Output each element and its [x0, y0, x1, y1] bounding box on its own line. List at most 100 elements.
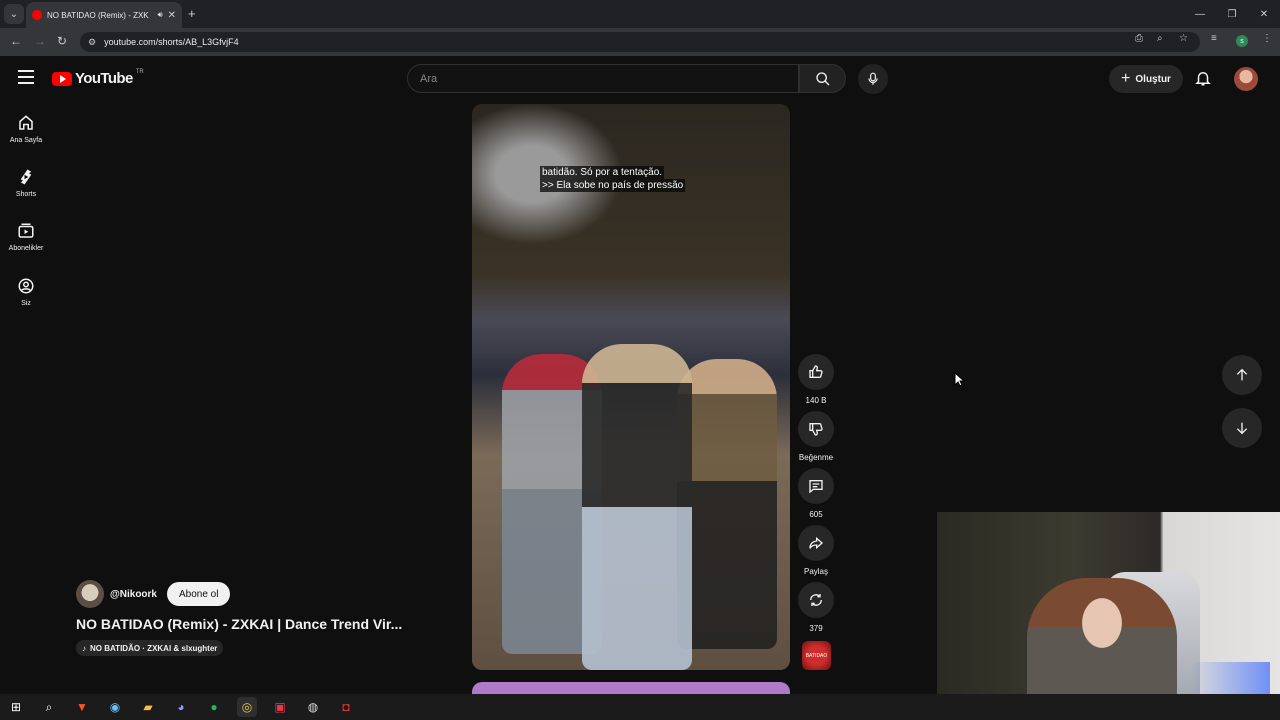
- create-button[interactable]: + Oluştur: [1109, 65, 1183, 93]
- share-icon: [809, 536, 824, 550]
- next-short-button[interactable]: [1222, 408, 1262, 448]
- taskbar-search-icon[interactable]: ⌕: [39, 697, 59, 717]
- notifications-button[interactable]: [1194, 69, 1212, 92]
- subscribe-button[interactable]: Abone ol: [166, 582, 231, 606]
- spotify-icon[interactable]: ●: [204, 697, 224, 717]
- comments-button[interactable]: [798, 468, 834, 504]
- sidebar-item-home[interactable]: Ana Sayfa: [0, 114, 52, 144]
- arrow-up-icon: [1236, 368, 1248, 381]
- channel-name[interactable]: @Nikoork: [110, 589, 157, 600]
- forward-icon[interactable]: →: [34, 34, 46, 48]
- you-icon: [18, 278, 34, 294]
- reload-icon[interactable]: ↻: [57, 34, 67, 48]
- music-chip[interactable]: ♪ NO BATIDÃO · ZXKAI & slxughter: [76, 640, 224, 656]
- install-app-icon[interactable]: ⎙: [1135, 33, 1143, 44]
- tab-search-button[interactable]: ⌄: [4, 4, 24, 24]
- video-title[interactable]: NO BATIDAO (Remix) - ZXKAI | Dance Trend…: [76, 616, 456, 632]
- close-window-icon[interactable]: ✕: [1248, 0, 1280, 28]
- search-icon: [815, 71, 829, 85]
- chrome-icon[interactable]: ◎: [237, 697, 257, 717]
- remix-count: 379: [809, 624, 823, 633]
- thumbs-down-icon: [809, 423, 823, 436]
- close-tab-icon[interactable]: ✕: [168, 10, 176, 21]
- webcam-overlay: [937, 512, 1280, 720]
- tab-title: NO BATIDAO (Remix) - ZXK: [47, 10, 149, 20]
- back-icon[interactable]: ←: [10, 34, 22, 48]
- shorts-video-player[interactable]: batidão. Só por a tentação. >> Ela sobe …: [472, 104, 790, 670]
- url-text: youtube.com/shorts/AB_L3GfvjF4: [104, 37, 239, 47]
- window-controls: — ❐ ✕: [1184, 0, 1280, 28]
- share-button[interactable]: [798, 525, 834, 561]
- steam-icon[interactable]: ◉: [105, 697, 125, 717]
- share-action: Paylaş: [798, 525, 834, 576]
- thumbs-up-icon: [809, 365, 823, 378]
- channel-avatar[interactable]: [76, 580, 104, 608]
- music-label: NO BATIDÃO · ZXKAI & slxughter: [90, 643, 218, 653]
- search-button[interactable]: [799, 64, 846, 93]
- app-red-icon[interactable]: ▣: [270, 697, 290, 717]
- discord-icon[interactable]: ◕: [171, 697, 191, 717]
- microphone-icon: [868, 72, 878, 85]
- file-explorer-icon[interactable]: ▰: [138, 697, 158, 717]
- browser-tab-bar: ⌄ NO BATIDAO (Remix) - ZXK 🔊︎ ✕ + — ❐ ✕: [0, 0, 1280, 28]
- previous-short-button[interactable]: [1222, 355, 1262, 395]
- voice-search-button[interactable]: [858, 64, 888, 94]
- media-controls-icon[interactable]: ≡: [1211, 33, 1217, 44]
- restore-icon[interactable]: ❐: [1216, 0, 1248, 28]
- caption-line: batidão. Só por a tentação.: [540, 166, 665, 179]
- sidebar-item-label: Shorts: [15, 191, 37, 198]
- like-count: 140 B: [805, 396, 827, 405]
- comment-action: 605: [798, 468, 834, 519]
- sidebar-item-subscriptions[interactable]: Abonelikler: [0, 222, 52, 252]
- dislike-button[interactable]: [798, 411, 834, 447]
- bell-icon: [1195, 72, 1211, 86]
- new-tab-button[interactable]: +: [188, 6, 196, 21]
- like-action: 140 B: [798, 354, 834, 405]
- chrome-menu-icon[interactable]: ⋮: [1262, 33, 1272, 44]
- logo-text: YouTube: [75, 70, 133, 87]
- remix-icon: [810, 594, 822, 606]
- profile-icon[interactable]: s: [1236, 35, 1248, 47]
- dislike-action: Beğenme: [798, 411, 834, 462]
- music-note-icon: ♪: [82, 643, 86, 653]
- menu-icon[interactable]: [18, 70, 34, 84]
- shorts-icon: [20, 169, 32, 185]
- youtube-play-icon: [52, 71, 72, 86]
- speaker-icon[interactable]: 🔊︎: [158, 10, 163, 20]
- country-code: TR: [135, 68, 144, 75]
- comment-count: 605: [809, 510, 823, 519]
- video-caption: batidão. Só por a tentação. >> Ela sobe …: [540, 166, 686, 192]
- profile-initial: s: [1240, 37, 1244, 45]
- sidebar-item-shorts[interactable]: Shorts: [0, 168, 52, 198]
- minimize-icon[interactable]: —: [1184, 0, 1216, 28]
- search-input[interactable]: Ara: [407, 64, 799, 93]
- sidebar-item-label: Ana Sayfa: [9, 137, 43, 144]
- video-dancer: [677, 359, 777, 649]
- site-info-icon[interactable]: ⚙: [88, 37, 96, 48]
- browser-tab-active[interactable]: NO BATIDAO (Remix) - ZXK 🔊︎ ✕: [26, 2, 182, 28]
- subscriptions-icon: [18, 223, 34, 238]
- account-avatar[interactable]: [1234, 67, 1258, 91]
- sidebar-item-you[interactable]: Siz: [0, 277, 52, 307]
- home-icon: [19, 115, 33, 130]
- video-dancer: [582, 344, 692, 670]
- recording-app-icon[interactable]: ◘: [336, 697, 356, 717]
- create-label: Oluştur: [1135, 73, 1171, 85]
- windows-start-icon[interactable]: ⊞: [6, 697, 26, 717]
- arrow-down-icon: [1236, 422, 1248, 435]
- youtube-favicon-icon: [32, 10, 42, 20]
- obs-icon[interactable]: ◍: [303, 697, 323, 717]
- zoom-icon[interactable]: ⌕: [1157, 33, 1163, 44]
- address-bar[interactable]: ⚙ youtube.com/shorts/AB_L3GfvjF4: [80, 32, 1200, 52]
- video-info: @Nikoork Abone ol NO BATIDAO (Remix) - Z…: [76, 580, 456, 656]
- brave-browser-icon[interactable]: ▼: [72, 697, 92, 717]
- plus-icon: +: [1121, 70, 1131, 87]
- like-button[interactable]: [798, 354, 834, 390]
- mouse-cursor-icon: [954, 372, 964, 387]
- youtube-logo[interactable]: YouTube TR: [52, 68, 144, 87]
- dislike-label: Beğenme: [798, 453, 834, 462]
- remix-button[interactable]: [798, 582, 834, 618]
- sound-thumbnail[interactable]: BATIDAO: [802, 641, 831, 670]
- sound-thumb-text: BATIDAO: [805, 652, 828, 659]
- bookmark-star-icon[interactable]: ☆: [1179, 33, 1188, 44]
